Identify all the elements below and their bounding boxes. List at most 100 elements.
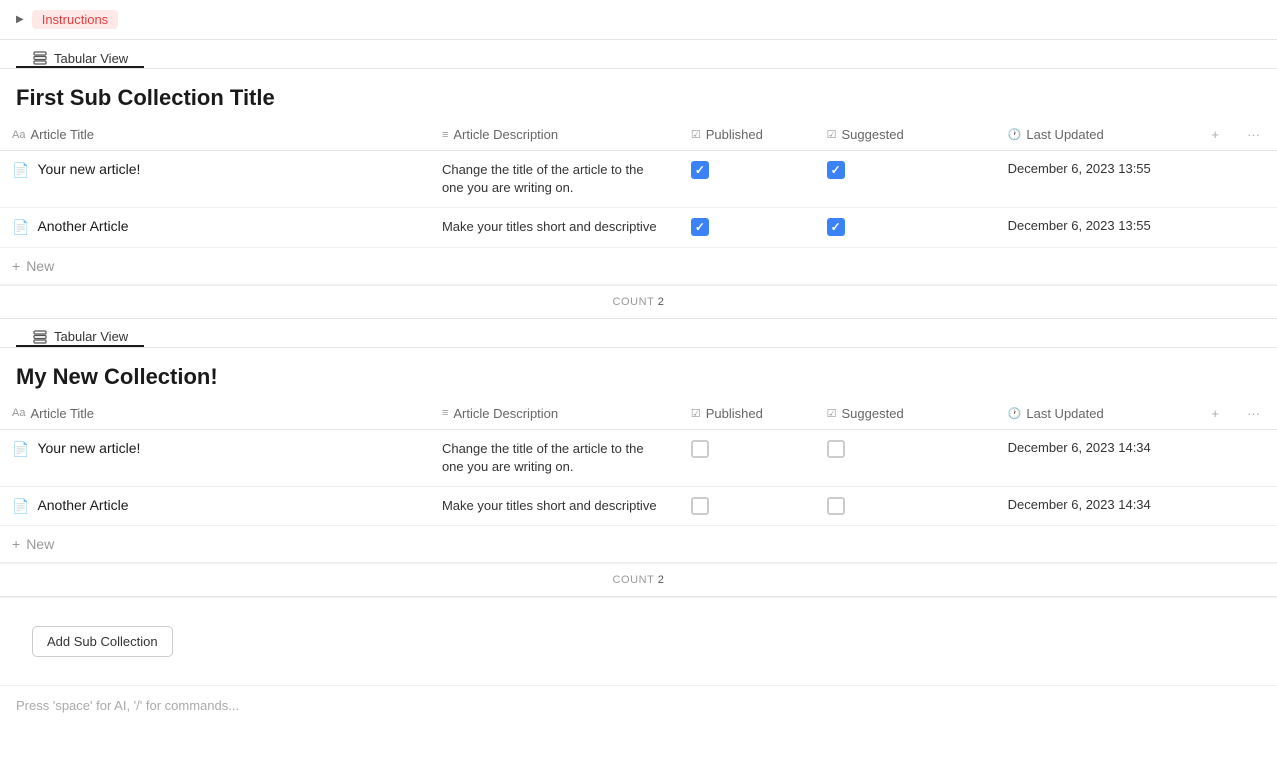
footer-hint: Press 'space' for AI, '/' for commands..…	[0, 685, 1277, 725]
new-label-2: New	[26, 536, 54, 552]
cell-more-2-1	[1235, 429, 1277, 486]
tabular-view-tab-1[interactable]: Tabular View	[16, 40, 144, 68]
cell-desc-1-1: Change the title of the article to the o…	[430, 151, 679, 208]
article-icon-2-1: 📄	[12, 441, 29, 458]
suggested-checkbox-2-2[interactable]	[827, 497, 845, 515]
table-row: 📄 Another Article Make your titles short…	[0, 208, 1277, 247]
clock-icon-2: 🕐	[1008, 407, 1022, 420]
cell-more-1-1	[1235, 151, 1277, 208]
count-row-2: COUNT 2	[0, 563, 1277, 596]
col-header-more-1[interactable]: ···	[1235, 119, 1277, 151]
tabular-view-label-1: Tabular View	[54, 51, 128, 66]
tabular-view-label-2: Tabular View	[54, 329, 128, 344]
new-row-1[interactable]: + New	[0, 247, 1277, 284]
article-icon-1-1: 📄	[12, 162, 29, 179]
col-upd-label-1: Last Updated	[1026, 127, 1103, 142]
cell-add-2-1	[1199, 429, 1235, 486]
col-header-add-2[interactable]: +	[1199, 398, 1235, 430]
new-plus-icon-2: +	[12, 536, 20, 552]
aa-icon-1: Aa	[12, 129, 25, 141]
cell-pub-2-1[interactable]	[679, 429, 815, 486]
instructions-badge[interactable]: Instructions	[32, 10, 118, 29]
published-checkbox-2-1[interactable]	[691, 440, 709, 458]
cell-upd-1-2: December 6, 2023 13:55	[996, 208, 1200, 247]
new-label-1: New	[26, 258, 54, 274]
collection-section-1: Tabular View First Sub Collection Title …	[0, 40, 1277, 319]
suggested-checkbox-1-2[interactable]	[827, 218, 845, 236]
published-checkbox-2-2[interactable]	[691, 497, 709, 515]
col-desc-label-1: Article Description	[453, 127, 558, 142]
data-table-1: Aa Article Title ≡ Article Description ☑	[0, 119, 1277, 285]
tabular-view-tab-2[interactable]: Tabular View	[16, 319, 144, 347]
instructions-bar[interactable]: ▶ Instructions	[0, 0, 1277, 40]
lines-icon-1: ≡	[442, 129, 448, 141]
suggested-checkbox-2-1[interactable]	[827, 440, 845, 458]
col-pub-label-2: Published	[706, 406, 763, 421]
col-sug-label-1: Suggested	[842, 127, 904, 142]
clock-icon-1: 🕐	[1008, 128, 1022, 141]
cell-add-2-2	[1199, 486, 1235, 525]
cell-more-2-2	[1235, 486, 1277, 525]
table-header-row-2: Aa Article Title ≡ Article Description ☑	[0, 398, 1277, 430]
check-sug-icon-2: ☑	[827, 407, 837, 420]
count-value-2: 2	[658, 574, 665, 586]
article-link-1-1[interactable]: Your new article!	[37, 161, 140, 177]
table-icon-2	[32, 329, 48, 345]
col-header-title-1: Aa Article Title	[0, 119, 430, 151]
data-table-2: Aa Article Title ≡ Article Description ☑	[0, 398, 1277, 564]
aa-icon-2: Aa	[12, 407, 25, 419]
published-checkbox-1-2[interactable]	[691, 218, 709, 236]
col-header-pub-2: ☑ Published	[679, 398, 815, 430]
new-plus-icon-1: +	[12, 258, 20, 274]
article-link-2-1[interactable]: Your new article!	[37, 440, 140, 456]
new-row-2[interactable]: + New	[0, 526, 1277, 563]
article-link-1-2[interactable]: Another Article	[37, 218, 128, 234]
cell-pub-1-2[interactable]	[679, 208, 815, 247]
collection-title-2: My New Collection!	[0, 348, 1277, 398]
article-icon-2-2: 📄	[12, 498, 29, 515]
col-header-upd-1: 🕐 Last Updated	[996, 119, 1200, 151]
cell-pub-1-1[interactable]	[679, 151, 815, 208]
col-header-sug-2: ☑ Suggested	[815, 398, 996, 430]
cell-add-1-1	[1199, 151, 1235, 208]
cell-title-2-1[interactable]: 📄 Your new article!	[0, 429, 430, 486]
check-pub-icon-2: ☑	[691, 407, 701, 420]
check-pub-icon-1: ☑	[691, 128, 701, 141]
cell-sug-1-1[interactable]	[815, 151, 996, 208]
cell-desc-2-1: Change the title of the article to the o…	[430, 429, 679, 486]
col-header-more-2[interactable]: ···	[1235, 398, 1277, 430]
published-checkbox-1-1[interactable]	[691, 161, 709, 179]
collection-section-2: Tabular View My New Collection! Aa Artic…	[0, 319, 1277, 598]
cell-pub-2-2[interactable]	[679, 486, 815, 525]
col-upd-label-2: Last Updated	[1026, 406, 1103, 421]
col-header-add-1[interactable]: +	[1199, 119, 1235, 151]
cell-add-1-2	[1199, 208, 1235, 247]
col-header-desc-2: ≡ Article Description	[430, 398, 679, 430]
cell-title-1-1[interactable]: 📄 Your new article!	[0, 151, 430, 208]
col-title-label-1: Article Title	[30, 127, 94, 142]
cell-title-1-2[interactable]: 📄 Another Article	[0, 208, 430, 247]
lines-icon-2: ≡	[442, 407, 448, 419]
instructions-arrow-icon: ▶	[16, 14, 24, 25]
suggested-checkbox-1-1[interactable]	[827, 161, 845, 179]
col-header-upd-2: 🕐 Last Updated	[996, 398, 1200, 430]
collection-title-1: First Sub Collection Title	[0, 69, 1277, 119]
cell-title-2-2[interactable]: 📄 Another Article	[0, 486, 430, 525]
col-header-pub-1: ☑ Published	[679, 119, 815, 151]
article-link-2-2[interactable]: Another Article	[37, 497, 128, 513]
cell-sug-2-2[interactable]	[815, 486, 996, 525]
add-sub-collection-button[interactable]: Add Sub Collection	[32, 626, 173, 657]
table-icon-1	[32, 50, 48, 66]
article-icon-1-2: 📄	[12, 219, 29, 236]
cell-sug-1-2[interactable]	[815, 208, 996, 247]
count-row-1: COUNT 2	[0, 285, 1277, 318]
cell-sug-2-1[interactable]	[815, 429, 996, 486]
col-title-label-2: Article Title	[30, 406, 94, 421]
table-row: 📄 Your new article! Change the title of …	[0, 429, 1277, 486]
col-sug-label-2: Suggested	[842, 406, 904, 421]
cell-upd-2-2: December 6, 2023 14:34	[996, 486, 1200, 525]
check-sug-icon-1: ☑	[827, 128, 837, 141]
cell-upd-1-1: December 6, 2023 13:55	[996, 151, 1200, 208]
col-pub-label-1: Published	[706, 127, 763, 142]
table-row: 📄 Another Article Make your titles short…	[0, 486, 1277, 525]
